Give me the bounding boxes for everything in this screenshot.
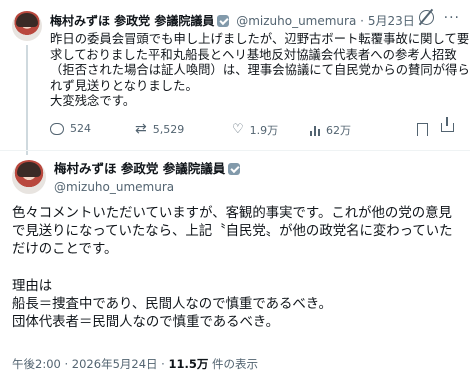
- views-count: 62万: [326, 124, 351, 137]
- tweet-text-line: （拒否された場合は証人喚問）は、理事会協議にて自民党からの賛同が得ら: [50, 63, 470, 78]
- repost-button[interactable]: ⇄ 5,529: [135, 122, 184, 136]
- separator: ·: [360, 14, 364, 28]
- bookmark-icon[interactable]: [417, 123, 428, 136]
- heart-icon: ♡: [232, 122, 244, 137]
- tweet-time[interactable]: 午後2:00: [12, 357, 61, 371]
- tweet-text-line: 色々コメントいただいていますが、客観的事実です。これが他の党の意見: [12, 206, 452, 221]
- tweet-text-line: 団体代表者＝民間人なので慎重であるべき。: [12, 315, 280, 331]
- tweet-action-bar: 524 ⇄ 5,529 ♡ 1.9万 62万: [50, 117, 460, 140]
- tweet-original[interactable]: 梅村みずほ 参政党 参議院議員 @mizuho_umemura · 5月23日 …: [0, 0, 470, 155]
- thread-connector-line: [26, 45, 28, 155]
- more-icon[interactable]: ···: [444, 11, 460, 25]
- tweet-text-line: 求しておりました平和丸船長とヘリ基地反対協議会代表者への参考人招致: [50, 47, 457, 62]
- repost-count: 5,529: [152, 122, 185, 136]
- tweet-text-line: 大変残念です。: [50, 94, 136, 109]
- avatar[interactable]: [12, 11, 42, 41]
- tweet-text-line: れず見送りとなりました。: [50, 78, 198, 93]
- tweet-text: 昨日の委員会冒頭でも申し上げましたが、辺野古ボート転覆事故に関して要 求しており…: [50, 32, 470, 110]
- views-count: 11.5万: [168, 357, 209, 371]
- divider: [0, 150, 470, 151]
- repost-icon: ⇄: [135, 121, 147, 137]
- tweet-date[interactable]: 5月23日: [368, 14, 415, 28]
- views-label: 件の表示: [212, 357, 259, 371]
- tweet-text-line: 船長＝捜査中であり、民間人なので慎重であるべき。: [12, 297, 332, 312]
- author-name[interactable]: 梅村みずほ 参政党 参議院議員: [54, 161, 225, 176]
- like-count: 1.9万: [249, 124, 279, 137]
- like-button[interactable]: ♡ 1.9万: [232, 122, 278, 138]
- tweet-header: 梅村みずほ 参政党 参議院議員 @mizuho_umemura · 5月23日: [50, 12, 415, 29]
- verified-badge-icon: [217, 15, 230, 27]
- tweet-header: 梅村みずほ 参政党 参議院議員 @mizuho_umemura: [54, 161, 243, 195]
- tweet-meta: 午後2:00 · 2026年5月24日 · 11.5万 件の表示: [12, 356, 258, 372]
- verified-badge-icon: [228, 163, 241, 175]
- views-icon: [310, 124, 320, 136]
- tweet-text-line: [12, 260, 462, 278]
- avatar[interactable]: [12, 160, 46, 194]
- author-handle[interactable]: @mizuho_umemura: [236, 14, 356, 28]
- grok-icon[interactable]: [418, 10, 434, 25]
- separator: ·: [64, 357, 69, 371]
- separator: ·: [161, 357, 165, 371]
- author-name[interactable]: 梅村みずほ 参政党 参議院議員: [50, 14, 214, 28]
- tweet-text: 色々コメントいただいていますが、客観的事実です。これが他の党の意見 で見送りにな…: [12, 205, 462, 332]
- tweet-top-actions: ···: [418, 10, 460, 25]
- reply-icon: [50, 122, 64, 135]
- views-button[interactable]: 62万: [310, 122, 351, 138]
- tweet-text-line: だけのことです。: [12, 242, 118, 258]
- tweet-text-line: 昨日の委員会冒頭でも申し上げましたが、辺野古ボート転覆事故に関して要: [50, 32, 470, 46]
- share-icon[interactable]: [441, 117, 454, 132]
- tweet-text-line: 理由は: [12, 278, 53, 294]
- tweet-text-line: で見送りになっていたなら、上記〝自民党〟が他の政党名に変わっていた: [12, 224, 453, 240]
- reply-button[interactable]: 524: [50, 122, 91, 135]
- tweet-date[interactable]: 2026年5月24日: [72, 357, 158, 371]
- reply-count: 524: [70, 122, 91, 135]
- author-handle[interactable]: @mizuho_umemura: [54, 179, 243, 195]
